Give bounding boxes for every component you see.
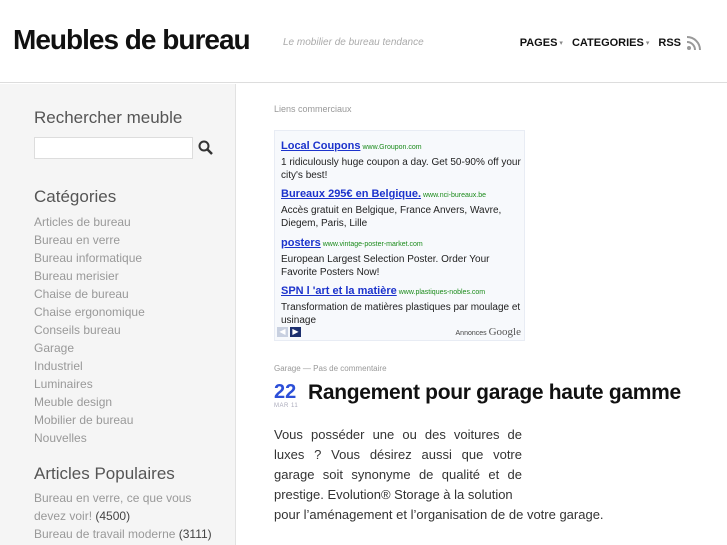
ad-brand-prefix: Annonces xyxy=(455,330,487,337)
category-item[interactable]: Nouvelles xyxy=(34,429,145,447)
popular-list: Bureau en verre, ce que vous devez voir!… xyxy=(34,489,224,543)
categories-heading: Catégories xyxy=(34,187,117,206)
ad-item: Bureaux 295€ en Belgique. www.nci-bureaux… xyxy=(281,184,521,230)
category-item[interactable]: Mobilier de bureau xyxy=(34,411,145,429)
search-button[interactable] xyxy=(197,139,215,157)
chevron-down-icon: ▾ xyxy=(559,40,563,47)
site-title[interactable]: Meubles de bureau xyxy=(13,24,251,56)
ad-url[interactable]: www.Groupon.com xyxy=(362,144,421,151)
post-meta: Garage — Pas de commentaire xyxy=(274,364,387,373)
ad-item: posters www.vintage-poster-market.com Eur… xyxy=(281,233,521,279)
nav-rss-label: RSS xyxy=(658,37,681,49)
ad-description: European Largest Selection Poster. Order… xyxy=(281,254,490,278)
search-input[interactable] xyxy=(34,137,193,159)
popular-item-link[interactable]: Bureau de travail moderne xyxy=(34,527,175,541)
sidebar: Rechercher meuble Catégories Articles de… xyxy=(0,84,236,545)
popular-heading: Articles Populaires xyxy=(34,464,175,483)
category-item[interactable]: Meuble design xyxy=(34,393,145,411)
post-meta-separator: — xyxy=(302,364,311,373)
chevron-down-icon: ▾ xyxy=(645,40,650,47)
category-item[interactable]: Luminaires xyxy=(34,375,145,393)
category-item[interactable]: Articles de bureau xyxy=(34,213,145,231)
category-item[interactable]: Bureau informatique xyxy=(34,249,145,267)
post-body: Vous posséder une ou des voitures de lux… xyxy=(274,427,522,502)
search-heading: Rechercher meuble xyxy=(34,108,183,127)
category-list: Articles de bureau Bureau en verre Burea… xyxy=(34,213,145,447)
popular-item-count: (3111) xyxy=(178,527,212,541)
category-item[interactable]: Industriel xyxy=(34,357,145,375)
ad-url[interactable]: www.nci-bureaux.be xyxy=(423,192,486,199)
popular-item: Bureau de travail moderne (3111) xyxy=(34,525,224,543)
category-item[interactable]: Bureau merisier xyxy=(34,267,145,285)
ads-label: Liens commerciaux xyxy=(274,104,352,114)
post-date-day: 22 xyxy=(274,381,297,403)
site-tagline: Le mobilier de bureau tendance xyxy=(283,37,424,48)
post-title[interactable]: Rangement pour garage haute gamme xyxy=(308,381,681,405)
post-category-link[interactable]: Garage xyxy=(274,364,301,373)
ad-title-link[interactable]: Bureaux 295€ en Belgique. xyxy=(281,188,421,200)
ad-title-link[interactable]: SPN l 'art et la matière xyxy=(281,285,397,297)
ad-brand-name: Google xyxy=(488,326,521,338)
rss-icon xyxy=(686,35,702,51)
arrow-right-icon[interactable]: ▶ xyxy=(290,327,301,337)
ad-url[interactable]: www.plastiques-nobles.com xyxy=(399,289,485,296)
ad-description: Transformation de matières plastiques pa… xyxy=(281,302,521,326)
category-item[interactable]: Conseils bureau xyxy=(34,321,145,339)
ad-title-link[interactable]: Local Coupons xyxy=(281,140,360,152)
search-icon xyxy=(198,140,213,155)
category-item[interactable]: Garage xyxy=(34,339,145,357)
popular-item-count: (4500) xyxy=(95,509,131,523)
ad-description: Accès gratuit en Belgique, France Anvers… xyxy=(281,205,502,229)
nav-pages[interactable]: PAGES ▾ xyxy=(520,37,563,49)
ad-item: SPN l 'art et la matière www.plastiques-n… xyxy=(281,281,521,327)
popular-item: Bureau en verre, ce que vous devez voir!… xyxy=(34,489,224,525)
ad-description: 1 ridiculously huge coupon a day. Get 50… xyxy=(281,157,521,181)
ad-brand[interactable]: Annonces Google xyxy=(456,326,521,338)
post-body-continued: pour l’aménagement et l’organisation de … xyxy=(274,507,604,522)
nav-pages-label: PAGES xyxy=(519,37,558,49)
ad-item: Local Coupons www.Groupon.com 1 ridiculou… xyxy=(281,136,521,182)
post-date-month: MAR 11 xyxy=(274,403,299,409)
arrow-left-icon[interactable]: ◀ xyxy=(277,327,288,337)
category-item[interactable]: Bureau en verre xyxy=(34,231,145,249)
ad-pager: ◀ ▶ xyxy=(277,327,301,337)
ad-url[interactable]: www.vintage-poster-market.com xyxy=(323,241,423,248)
nav-categories-label: CATEGORIES xyxy=(571,37,644,49)
ad-title-link[interactable]: posters xyxy=(281,237,321,249)
post-comments-link[interactable]: Pas de commentaire xyxy=(313,364,386,373)
site-header: Meubles de bureau Le mobilier de bureau … xyxy=(0,0,727,83)
nav-rss[interactable]: RSS xyxy=(658,35,702,51)
category-item[interactable]: Chaise de bureau xyxy=(34,285,145,303)
nav-categories[interactable]: CATEGORIES ▾ xyxy=(572,37,649,49)
category-item[interactable]: Chaise ergonomique xyxy=(34,303,145,321)
main-nav: PAGES ▾ CATEGORIES ▾ RSS xyxy=(511,35,702,51)
ad-block: Local Coupons www.Groupon.com 1 ridiculou… xyxy=(274,130,525,341)
